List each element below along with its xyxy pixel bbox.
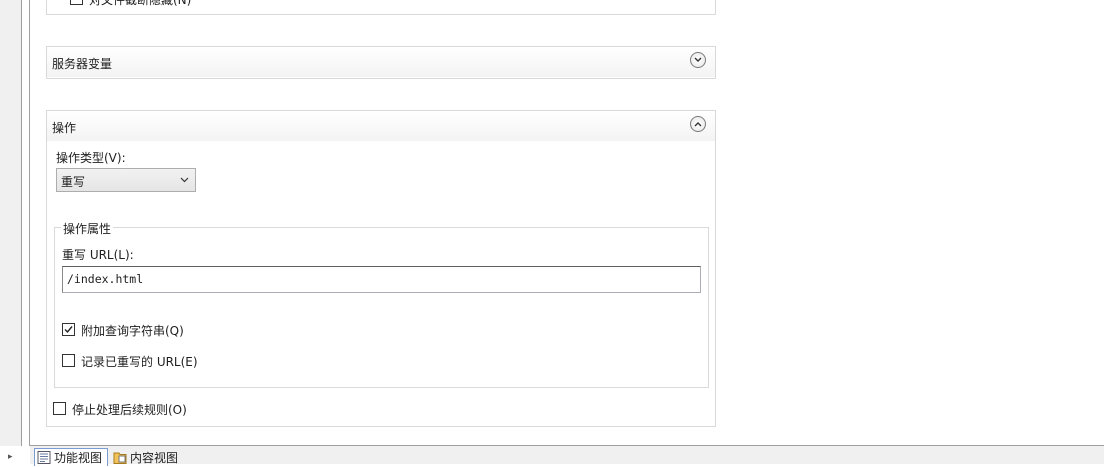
action-properties-group: 操作属性 重写 URL(L): 附加查询字符串(Q) 记录已重写的 URL(E) [54,220,709,388]
rewrite-url-field[interactable] [62,266,701,293]
expand-arrow-icon[interactable]: ▸ [8,452,13,462]
conditions-panel: 对文件截断隐藏(N) [46,0,716,15]
action-type-select[interactable]: 重写 [56,168,196,192]
collapse-up-icon[interactable] [690,116,706,132]
rewrite-url-label: 重写 URL(L): [62,248,134,262]
action-type-label: 操作类型(V): [56,151,126,165]
append-query-label: 附加查询字符串(Q) [81,324,184,338]
checkmark-icon [64,326,73,334]
server-variables-header[interactable]: 服务器变量 [47,47,715,77]
chevron-down-icon [180,177,189,183]
conditions-checkbox[interactable] [70,0,83,5]
stop-processing-checkbox[interactable] [53,402,66,415]
left-pane: ▸ [0,0,22,462]
rewrite-url-input[interactable] [65,269,695,289]
features-view-icon [37,451,51,464]
action-panel: 操作 操作类型(V): 重写 操作属性 重写 URL(L): 附加查询字符串(Q… [46,110,716,427]
action-type-value: 重写 [61,175,86,189]
tab-content-view[interactable]: 内容视图 [112,448,192,466]
tab-features-view[interactable]: 功能视图 [34,448,108,466]
expand-down-icon[interactable] [690,52,706,68]
tab-features-view-label: 功能视图 [54,451,103,465]
conditions-checkbox-label: 对文件截断隐藏(N) [89,0,192,7]
log-rewritten-url-checkbox[interactable] [62,354,75,367]
content-view-icon [113,451,127,464]
action-properties-legend: 操作属性 [61,220,114,237]
action-header[interactable]: 操作 [47,111,715,141]
tab-content-view-label: 内容视图 [130,450,179,465]
server-variables-title: 服务器变量 [52,57,113,71]
log-rewritten-url-label: 记录已重写的 URL(E) [81,355,198,369]
stop-processing-label: 停止处理后续规则(O) [72,403,187,417]
server-variables-panel: 服务器变量 [46,46,716,79]
action-title: 操作 [52,121,77,135]
append-query-checkbox[interactable] [62,323,75,336]
view-tabbar: 功能视图 内容视图 [30,446,1104,466]
